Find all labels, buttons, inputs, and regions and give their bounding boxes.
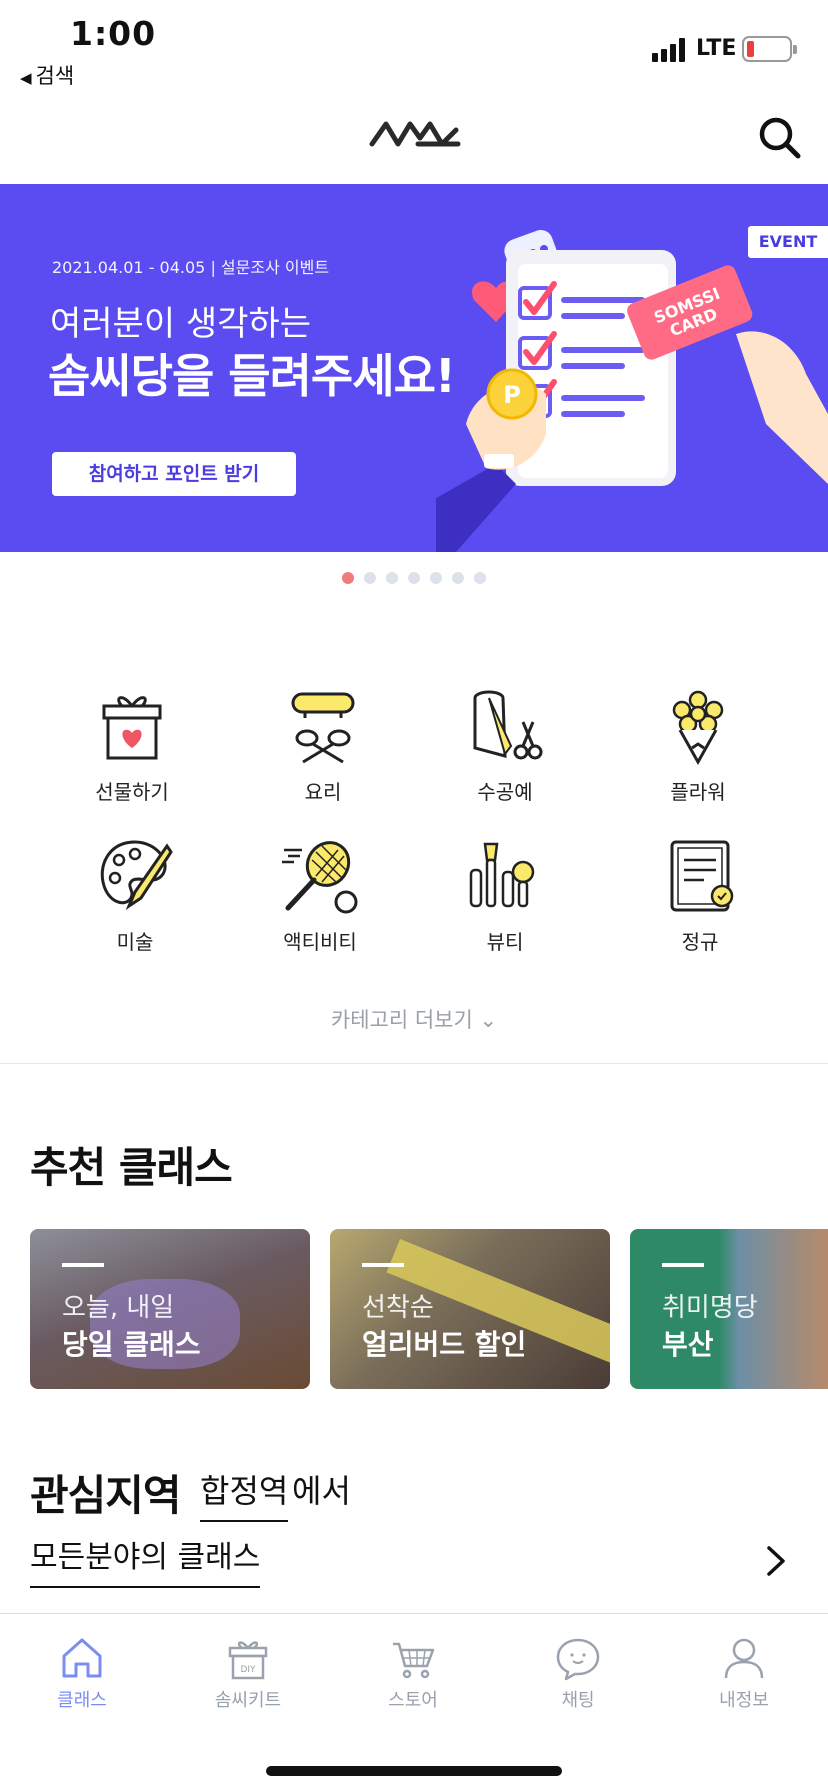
recommended-title: 추천 클래스 (30, 1143, 233, 1192)
category-label: 선물하기 (95, 780, 169, 804)
survey-illustration: SOMSSI CARD P (436, 229, 828, 552)
chevron-right-icon[interactable] (764, 1544, 788, 1578)
region-suffix: 에서 (292, 1472, 351, 1510)
carousel-dot[interactable] (364, 572, 376, 584)
back-arrow-icon: ◀ (20, 69, 32, 87)
category-label: 수공예 (477, 780, 533, 804)
tab-label: 스토어 (388, 1690, 438, 1711)
recommended-card-today[interactable]: 오늘, 내일 당일 클래스 (30, 1229, 310, 1389)
region-place-selector[interactable]: 합정역 (200, 1466, 289, 1522)
chevron-down-icon: ⌄ (479, 1008, 498, 1032)
battery-icon (742, 36, 797, 62)
card-line2: 당일 클래스 (62, 1328, 201, 1361)
status-bar: 1:00 ◀ 검색 LTE (0, 0, 828, 92)
somssi-logo-icon[interactable] (368, 116, 462, 150)
beauty-icon (469, 842, 535, 908)
home-indicator (266, 1766, 562, 1776)
carousel-dot[interactable] (342, 572, 354, 584)
category-cooking[interactable]: 요리 (243, 686, 403, 805)
carousel-dot[interactable] (430, 572, 442, 584)
tab-kit[interactable]: DIY 솜씨키트 (188, 1634, 308, 1712)
carousel-dot[interactable] (474, 572, 486, 584)
status-time: 1:00 (70, 14, 157, 53)
event-banner[interactable]: 2021.04.01 - 04.05 | 설문조사 이벤트 여러분이 생각하는 … (0, 184, 828, 552)
section-divider (0, 1063, 828, 1064)
cart-icon (393, 1642, 435, 1679)
banner-title: 솜씨당을 들려주세요! (48, 349, 456, 403)
category-label: 미술 (116, 930, 154, 954)
card-line1: 오늘, 내일 (62, 1293, 175, 1323)
more-categories-label: 카테고리 더보기 (330, 1008, 473, 1032)
signal-icon (652, 38, 688, 62)
tab-label: 솜씨키트 (214, 1690, 282, 1711)
card-line1: 취미명당 (662, 1293, 758, 1323)
tab-store[interactable]: 스토어 (353, 1634, 473, 1712)
back-to-search-link[interactable]: ◀ 검색 (20, 60, 74, 90)
app-header (0, 92, 828, 184)
search-icon[interactable] (756, 114, 804, 162)
home-icon (62, 1638, 102, 1678)
category-label: 요리 (304, 780, 342, 804)
card-line1: 선착순 (362, 1293, 434, 1323)
category-craft[interactable]: 수공예 (425, 686, 585, 805)
tab-class[interactable]: 클래스 (22, 1634, 142, 1712)
recommended-card-busan[interactable]: 취미명당 부산 (630, 1229, 828, 1389)
category-label: 플라워 (670, 780, 726, 804)
tab-profile[interactable]: 내정보 (684, 1634, 804, 1712)
region-title: 관심지역 (30, 1471, 182, 1520)
diy-text: DIY (240, 1665, 256, 1675)
coin-text: P (503, 381, 521, 409)
category-flower[interactable]: 플라워 (618, 686, 778, 805)
banner-participate-button[interactable]: 참여하고 포인트 받기 (52, 452, 296, 496)
card-line2: 얼리버드 할인 (362, 1328, 527, 1361)
back-label: 검색 (35, 64, 75, 88)
tab-label: 채팅 (561, 1690, 595, 1711)
category-label: 정규 (681, 930, 719, 954)
card-line2: 부산 (662, 1328, 714, 1361)
category-regular[interactable]: 정규 (620, 836, 780, 955)
tab-chat[interactable]: 채팅 (518, 1634, 638, 1712)
recommended-card-earlybird[interactable]: 선착순 얼리버드 할인 (330, 1229, 610, 1389)
category-activity[interactable]: 액티비티 (240, 836, 400, 955)
category-beauty[interactable]: 뷰티 (425, 836, 585, 955)
gift-icon (102, 696, 162, 760)
tennis-icon (282, 841, 358, 914)
diy-kit-icon: DIY (228, 1641, 268, 1680)
chat-icon (556, 1638, 600, 1681)
palette-icon (100, 840, 173, 911)
category-label: 뷰티 (486, 930, 524, 954)
craft-icon (473, 690, 543, 760)
carousel-indicator (342, 572, 486, 584)
network-label: LTE (696, 36, 737, 61)
banner-date: 2021.04.01 - 04.05 | 설문조사 이벤트 (52, 258, 330, 277)
category-art[interactable]: 미술 (55, 836, 215, 955)
profile-icon (724, 1638, 764, 1679)
certificate-icon (670, 840, 734, 912)
more-categories-link[interactable]: 카테고리 더보기 ⌄ (0, 1004, 828, 1034)
category-gift[interactable]: 선물하기 (52, 686, 212, 805)
carousel-dot[interactable] (386, 572, 398, 584)
flower-icon (672, 690, 724, 766)
tab-label: 내정보 (719, 1690, 769, 1711)
carousel-dot[interactable] (408, 572, 420, 584)
tab-label: 클래스 (57, 1690, 107, 1711)
carousel-dot[interactable] (452, 572, 464, 584)
region-field-selector[interactable]: 모든분야의 클래스 (30, 1532, 261, 1588)
banner-subtitle: 여러분이 생각하는 (50, 304, 312, 344)
category-label: 액티비티 (283, 930, 357, 954)
cooking-icon (291, 692, 355, 764)
